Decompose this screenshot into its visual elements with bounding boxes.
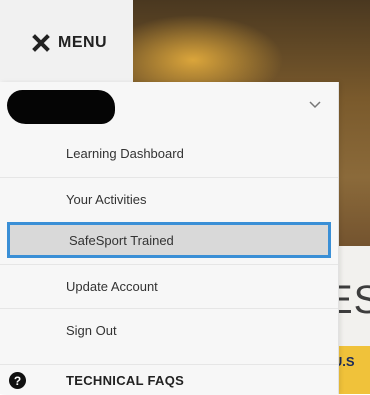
redacted-username xyxy=(7,90,115,124)
menu-item-learning-dashboard[interactable]: Learning Dashboard xyxy=(0,132,338,174)
menu-item-label: Update Account xyxy=(66,278,158,294)
question-circle-icon: ? xyxy=(9,372,26,389)
menu-item-update-account[interactable]: Update Account xyxy=(0,264,338,307)
menu-item-sign-out[interactable]: Sign Out xyxy=(0,308,338,351)
close-icon xyxy=(32,34,50,52)
svg-text:?: ? xyxy=(14,374,21,388)
chevron-down-icon xyxy=(309,101,321,109)
technical-faqs-link[interactable]: ? TECHNICAL FAQS xyxy=(0,364,338,395)
header-panel: MENU xyxy=(0,0,133,82)
menu-item-label: Your Activities xyxy=(66,191,147,207)
menu-item-your-activities[interactable]: Your Activities xyxy=(0,177,338,220)
menu-item-label: Learning Dashboard xyxy=(66,145,184,161)
menu-toggle-label: MENU xyxy=(58,34,108,51)
dropdown-menu: Learning Dashboard Your Activities SafeS… xyxy=(0,82,339,394)
menu-item-safesport-trained[interactable]: SafeSport Trained xyxy=(7,222,331,258)
menu-item-label: Sign Out xyxy=(66,322,117,338)
menu-toggle-button[interactable]: MENU xyxy=(32,30,107,56)
menu-item-label: SafeSport Trained xyxy=(69,232,174,248)
user-account-toggle[interactable] xyxy=(0,82,338,130)
technical-faqs-label: TECHNICAL FAQS xyxy=(66,372,185,388)
